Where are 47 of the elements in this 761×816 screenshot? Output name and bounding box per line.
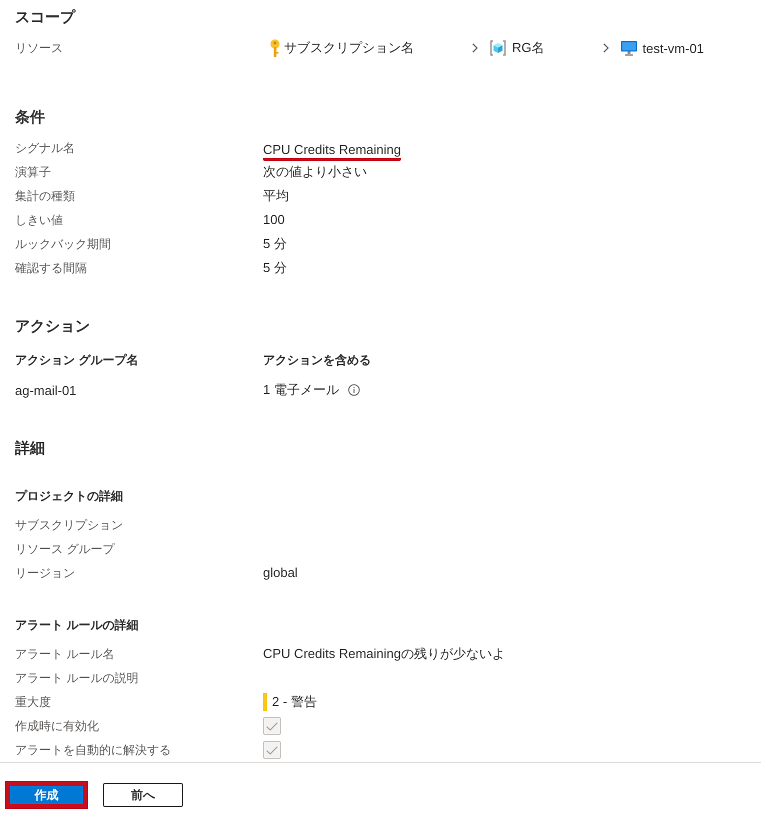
column-header: アクション グループ名	[15, 352, 140, 368]
field-label: 演算子	[15, 164, 52, 180]
field-label: 確認する間隔	[15, 260, 88, 276]
field-value: global	[263, 565, 298, 581]
key-icon	[270, 39, 280, 57]
field-value: 100	[263, 212, 285, 228]
field-value: 5 分	[263, 236, 287, 252]
field-label: サブスクリプション	[15, 516, 124, 534]
column-header: アクションを含める	[263, 352, 371, 368]
field-label: リソース グループ	[15, 540, 116, 558]
info-icon[interactable]	[348, 384, 360, 396]
field-label: しきい値	[15, 212, 64, 228]
field-value: CPU Credits Remainingの残りが少ないよ	[263, 646, 505, 662]
resource-group-cube-icon	[490, 40, 506, 56]
field-label: 作成時に有効化	[15, 718, 100, 734]
checkmark-icon	[266, 722, 278, 730]
field-label: アラートを自動的に解決する	[15, 742, 172, 758]
field-value: 5 分	[263, 260, 287, 276]
field-label: 重大度	[15, 694, 52, 710]
breadcrumb-text: test-vm-01	[642, 40, 704, 56]
section-heading: 条件	[15, 108, 46, 128]
checkmark-icon	[266, 746, 278, 754]
field-label: 集計の種類	[15, 188, 76, 204]
section-heading: アクション	[15, 317, 91, 337]
previous-button[interactable]: 前へ	[103, 783, 183, 807]
breadcrumb-text: サブスクリプション名	[284, 39, 414, 57]
field-label: シグナル名	[15, 140, 76, 156]
breadcrumb-text: RG名	[512, 39, 544, 57]
section-heading: スコープ	[15, 8, 77, 28]
field-label: アラート ルール名	[15, 646, 116, 662]
field-value: CPU Credits Remaining	[263, 142, 401, 160]
field-value: 2 - 警告	[272, 694, 317, 710]
create-button[interactable]: 作成	[5, 781, 88, 809]
field-label: ルックバック期間	[15, 236, 112, 252]
table-cell-text: ag-mail-01	[15, 382, 78, 398]
subsection-heading: アラート ルールの詳細	[15, 617, 140, 634]
chevron-right-icon	[602, 43, 608, 53]
field-label: リージョン	[15, 564, 76, 582]
field-label: リソース	[15, 40, 64, 56]
table-cell: 1 電子メール	[263, 381, 339, 399]
field-value: 平均	[263, 188, 289, 204]
field-value: 次の値より小さい	[263, 164, 367, 180]
chevron-right-icon	[472, 43, 478, 53]
monitor-icon	[620, 40, 636, 56]
section-heading: 詳細	[15, 439, 46, 459]
field-label: アラート ルールの説明	[15, 670, 140, 686]
subsection-heading: プロジェクトの詳細	[15, 488, 124, 505]
